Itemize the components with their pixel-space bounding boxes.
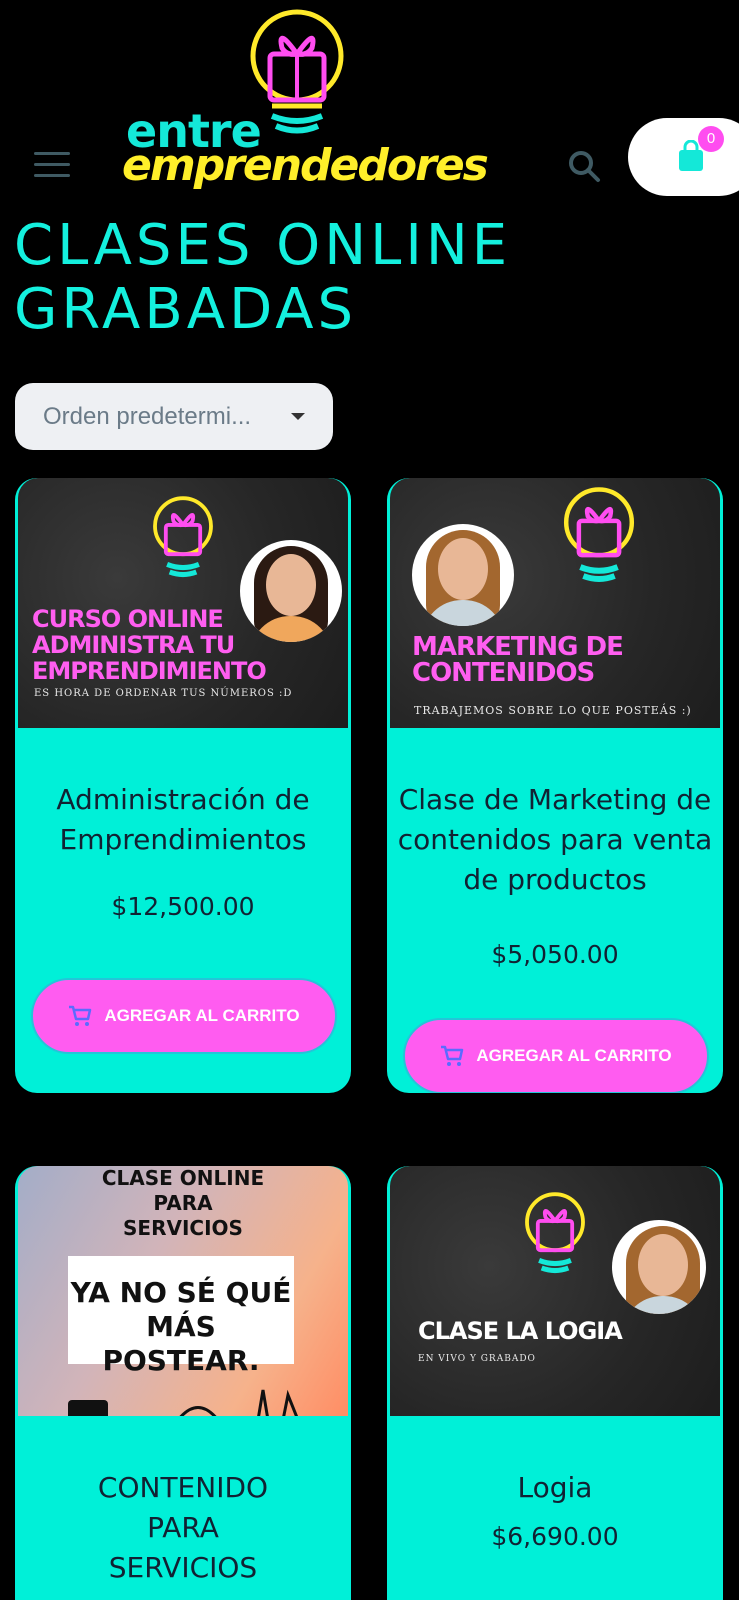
product-name[interactable]: CONTENIDO PARA SERVICIOS [15,1468,351,1588]
thumbnail-heading: MARKETING DE CONTENIDOS [412,632,624,688]
product-name[interactable]: Logia [387,1468,723,1508]
sort-selected-label: Orden predetermi... [43,403,252,430]
product-price: $6,690.00 [491,1522,619,1551]
instructor-photo [612,1220,706,1314]
product-thumbnail[interactable]: CLASE ONLINE PARA SERVICIOS YA NO SÉ QUÉ… [18,1166,348,1416]
product-card[interactable]: CURSO ONLINE ADMINISTRA TU EMPRENDIMIENT… [15,478,351,1093]
lightbulb-logo-icon [563,487,635,582]
product-thumbnail[interactable]: MARKETING DE CONTENIDOS TRABAJEMOS SOBRE… [390,478,720,728]
cart-count-badge: 0 [698,126,724,152]
thumbnail-tagline: ES HORA DE ORDENAR TUS NÚMEROS :D [34,688,293,699]
instructor-photo [412,524,514,626]
site-header: entre emprendedores 0 [0,0,739,210]
product-price: $5,050.00 [491,940,619,969]
cart-button[interactable]: 0 [628,118,739,196]
sort-dropdown[interactable]: Orden predetermi... [15,383,333,450]
site-logo[interactable]: entre emprendedores [122,8,502,198]
thumbnail-tagline: TRABAJEMOS SOBRE LO QUE POSTEÁS :) [414,704,692,717]
product-card[interactable]: MARKETING DE CONTENIDOS TRABAJEMOS SOBRE… [387,478,723,1093]
thumbnail-heading: CLASE ONLINE PARA SERVICIOS [101,1166,265,1240]
doodle-icons [68,1389,299,1416]
page-title: CLASES ONLINE GRABADAS [14,213,512,342]
add-to-cart-label: AGREGAR AL CARRITO [104,1006,300,1025]
product-card[interactable]: CLASE LA LOGIA EN VIVO Y GRABADO Logia $… [387,1166,723,1600]
cart-icon [69,1005,92,1026]
product-name[interactable]: Administración de Emprendimientos [15,780,351,860]
chevron-down-icon [291,413,305,420]
lightbulb-logo-icon [153,496,213,578]
add-to-cart-button[interactable]: AGREGAR AL CARRITO [403,1018,709,1093]
product-thumbnail[interactable]: CURSO ONLINE ADMINISTRA TU EMPRENDIMIENT… [18,478,348,728]
lightbulb-logo-icon [525,1192,585,1274]
product-price: $12,500.00 [111,892,255,921]
menu-icon[interactable] [34,152,70,178]
product-thumbnail[interactable]: CLASE LA LOGIA EN VIVO Y GRABADO [390,1166,720,1416]
logo-text-emprendedores: emprendedores [122,140,489,191]
add-to-cart-label: AGREGAR AL CARRITO [476,1046,672,1065]
thumbnail-highlight: YA NO SÉ QUÉ MÁS POSTEAR. [68,1256,294,1377]
thumbnail-heading: CLASE LA LOGIA [418,1317,623,1345]
product-card[interactable]: CLASE ONLINE PARA SERVICIOS YA NO SÉ QUÉ… [15,1166,351,1600]
product-name[interactable]: Clase de Marketing de contenidos para ve… [387,780,723,900]
thumbnail-tagline: EN VIVO Y GRABADO [418,1354,536,1364]
cart-icon [441,1045,464,1066]
thumbnail-heading: CURSO ONLINE ADMINISTRA TU EMPRENDIMIENT… [32,605,267,685]
search-icon[interactable] [566,148,602,184]
add-to-cart-button[interactable]: AGREGAR AL CARRITO [31,978,337,1054]
